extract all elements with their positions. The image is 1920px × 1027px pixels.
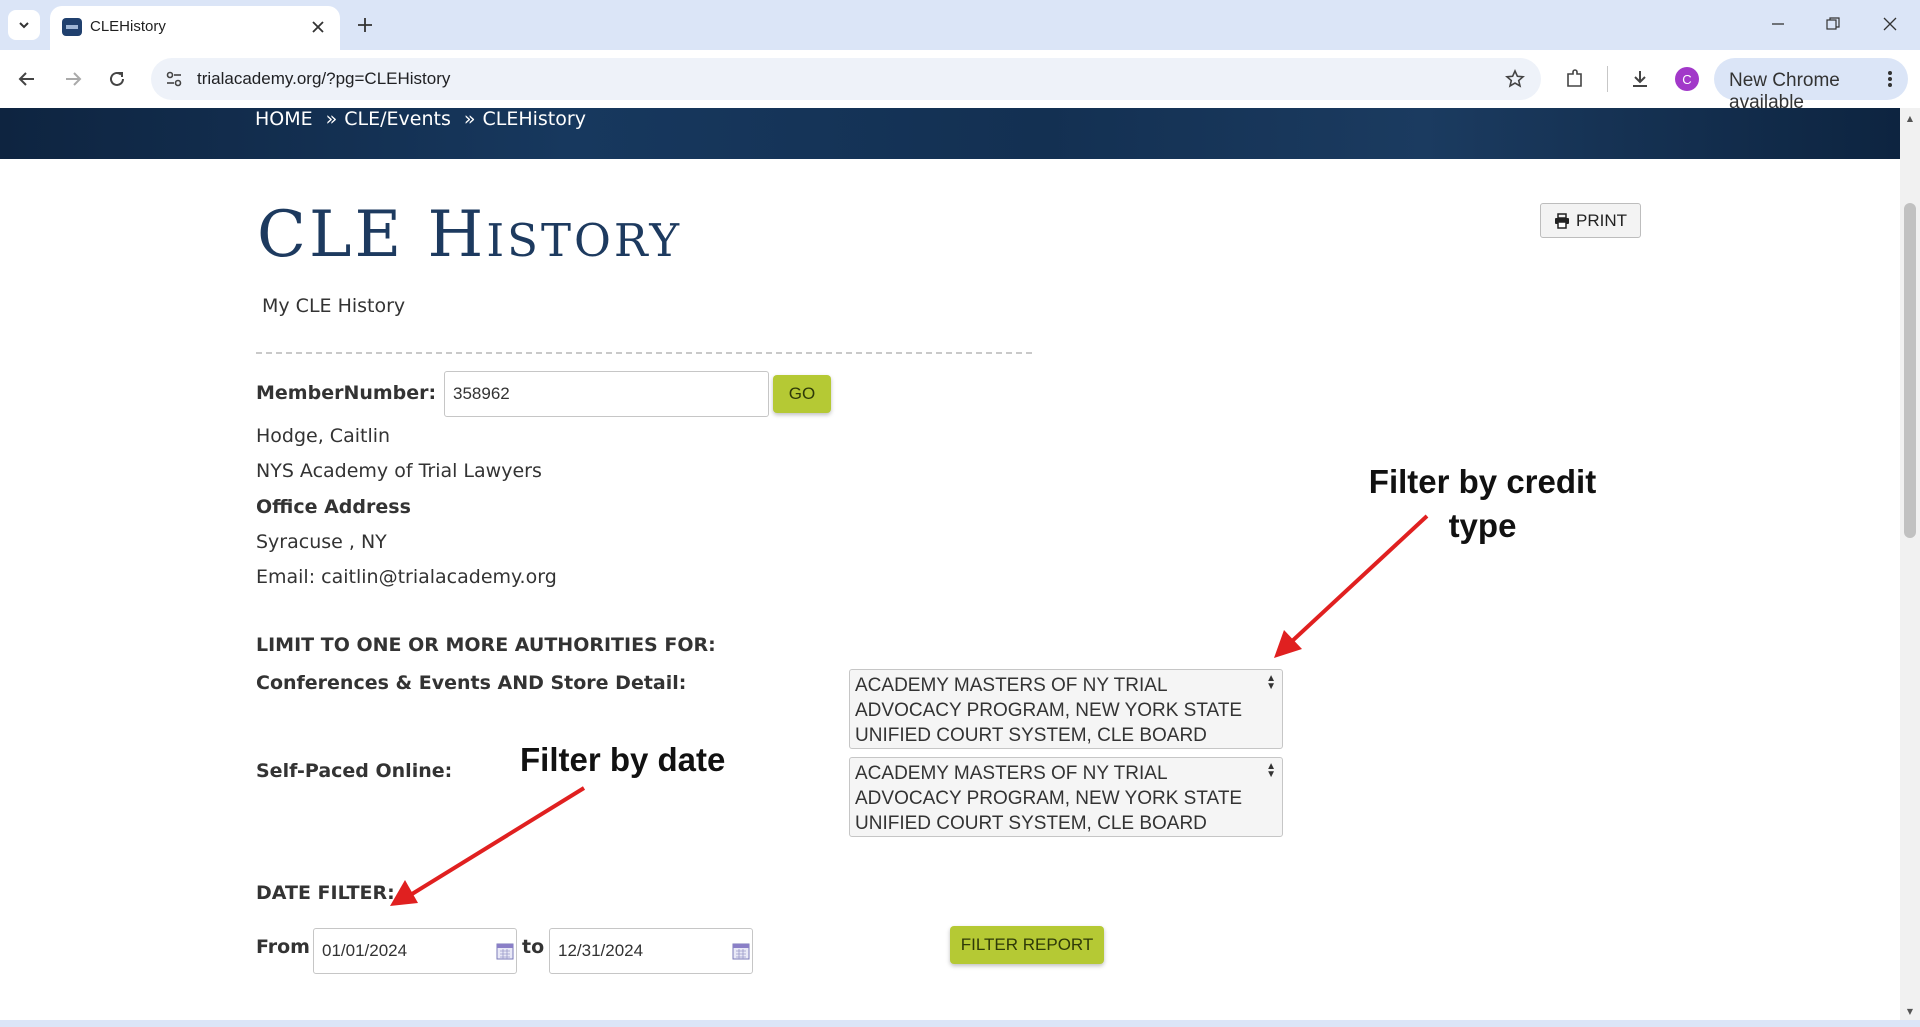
scroll-down-icon[interactable]: ▼ (1900, 1003, 1920, 1019)
calendar-icon[interactable] (496, 942, 514, 960)
select-arrows-icon: ▲ ▼ (1266, 761, 1276, 780)
active-tab[interactable]: CLEHistory (50, 6, 340, 50)
breadcrumb-home[interactable]: HOME (255, 108, 313, 130)
member-name: Hodge, Caitlin (256, 425, 391, 447)
date-annotation: Filter by date (520, 741, 726, 778)
office-city-state: Syracuse , NY (256, 531, 387, 553)
site-settings-icon[interactable] (163, 68, 185, 90)
breadcrumb: HOME » CLE/Events » CLEHistory (255, 108, 592, 130)
page-title: CLE History (257, 198, 683, 272)
from-date-value: 01/01/2024 (322, 941, 408, 960)
url-text: trialacademy.org/?pg=CLEHistory (197, 69, 451, 88)
office-address-label: Office Address (256, 496, 411, 518)
authorities-heading: LIMIT TO ONE OR MORE AUTHORITIES FOR: (256, 634, 716, 656)
bookmark-star-icon[interactable] (1503, 67, 1527, 91)
page-subtitle: My CLE History (262, 295, 406, 317)
from-date-input[interactable]: 01/01/2024 (313, 928, 517, 974)
chrome-update-button[interactable]: New Chrome available (1714, 58, 1908, 113)
from-label: From (256, 936, 310, 958)
reload-icon[interactable] (101, 63, 133, 95)
print-button[interactable]: PRINT (1540, 203, 1641, 238)
close-tab-icon[interactable] (306, 15, 330, 39)
credit-type-annotation-line2: type (1448, 507, 1517, 544)
more-menu-icon[interactable] (1882, 67, 1898, 91)
conferences-label: Conferences & Events AND Store Detail: (256, 672, 687, 694)
breadcrumb-separator: » (463, 108, 476, 130)
conferences-authority-select[interactable]: ACADEMY MASTERS OF NY TRIAL ADVOCACY PRO… (849, 669, 1283, 749)
extensions-icon[interactable] (1559, 63, 1591, 95)
select-arrows-icon: ▲ ▼ (1266, 673, 1276, 692)
printer-icon (1555, 212, 1569, 229)
credit-type-annotation-line1: Filter by credit (1368, 463, 1597, 500)
back-icon[interactable] (11, 63, 43, 95)
section-divider (256, 352, 1032, 354)
credit-type-annotation: Filter by credit type (1350, 460, 1615, 548)
self-paced-authority-select[interactable]: ACADEMY MASTERS OF NY TRIAL ADVOCACY PRO… (849, 757, 1283, 837)
tab-search-button[interactable] (8, 10, 40, 40)
page-viewport: HOME » CLE/Events » CLEHistory CLE History M… (0, 108, 1900, 1020)
minimize-icon[interactable] (1755, 8, 1801, 40)
profile-avatar[interactable]: C (1675, 67, 1699, 91)
member-email: Email: caitlin@trialacademy.org (256, 566, 557, 588)
new-tab-icon[interactable] (352, 12, 378, 38)
self-paced-selected-text: ACADEMY MASTERS OF NY TRIAL ADVOCACY PRO… (855, 763, 1243, 834)
scroll-up-icon[interactable]: ▲ (1900, 110, 1920, 126)
filter-report-button[interactable]: FILTER REPORT (950, 926, 1104, 964)
member-number-label: MemberNumber: (256, 382, 437, 404)
breadcrumb-current: CLEHistory (482, 108, 586, 130)
breadcrumb-separator: » (325, 108, 338, 130)
chevron-down-icon (19, 22, 29, 29)
toolbar-separator (1607, 66, 1608, 92)
tab-title: CLEHistory (90, 18, 166, 35)
date-arrow (390, 786, 586, 906)
browser-tab-bar: CLEHistory (0, 0, 1920, 50)
go-button[interactable]: GO (773, 375, 831, 413)
self-paced-label: Self-Paced Online: (256, 760, 453, 782)
downloads-icon[interactable] (1624, 63, 1656, 95)
to-date-value: 12/31/2024 (558, 941, 644, 960)
calendar-icon[interactable] (732, 942, 750, 960)
forward-icon[interactable] (57, 63, 89, 95)
breadcrumb-cle-events[interactable]: CLE/Events (344, 108, 451, 130)
to-label: to (522, 936, 545, 958)
conferences-selected-text: ACADEMY MASTERS OF NY TRIAL ADVOCACY PRO… (855, 675, 1243, 746)
address-bar[interactable]: trialacademy.org/?pg=CLEHistory (151, 58, 1541, 100)
member-organization: NYS Academy of Trial Lawyers (256, 460, 542, 482)
to-date-input[interactable]: 12/31/2024 (549, 928, 753, 974)
restore-icon[interactable] (1810, 8, 1856, 40)
scrollbar-thumb[interactable] (1904, 203, 1916, 538)
member-number-input[interactable]: 358962 (444, 371, 769, 417)
print-label: PRINT (1576, 210, 1627, 230)
date-filter-heading: DATE FILTER: (256, 882, 395, 904)
window-bottom-edge (0, 1020, 1920, 1027)
site-favicon-icon (62, 18, 82, 36)
close-window-icon[interactable] (1867, 8, 1913, 40)
page-scrollbar[interactable]: ▲ ▼ (1900, 108, 1920, 1020)
